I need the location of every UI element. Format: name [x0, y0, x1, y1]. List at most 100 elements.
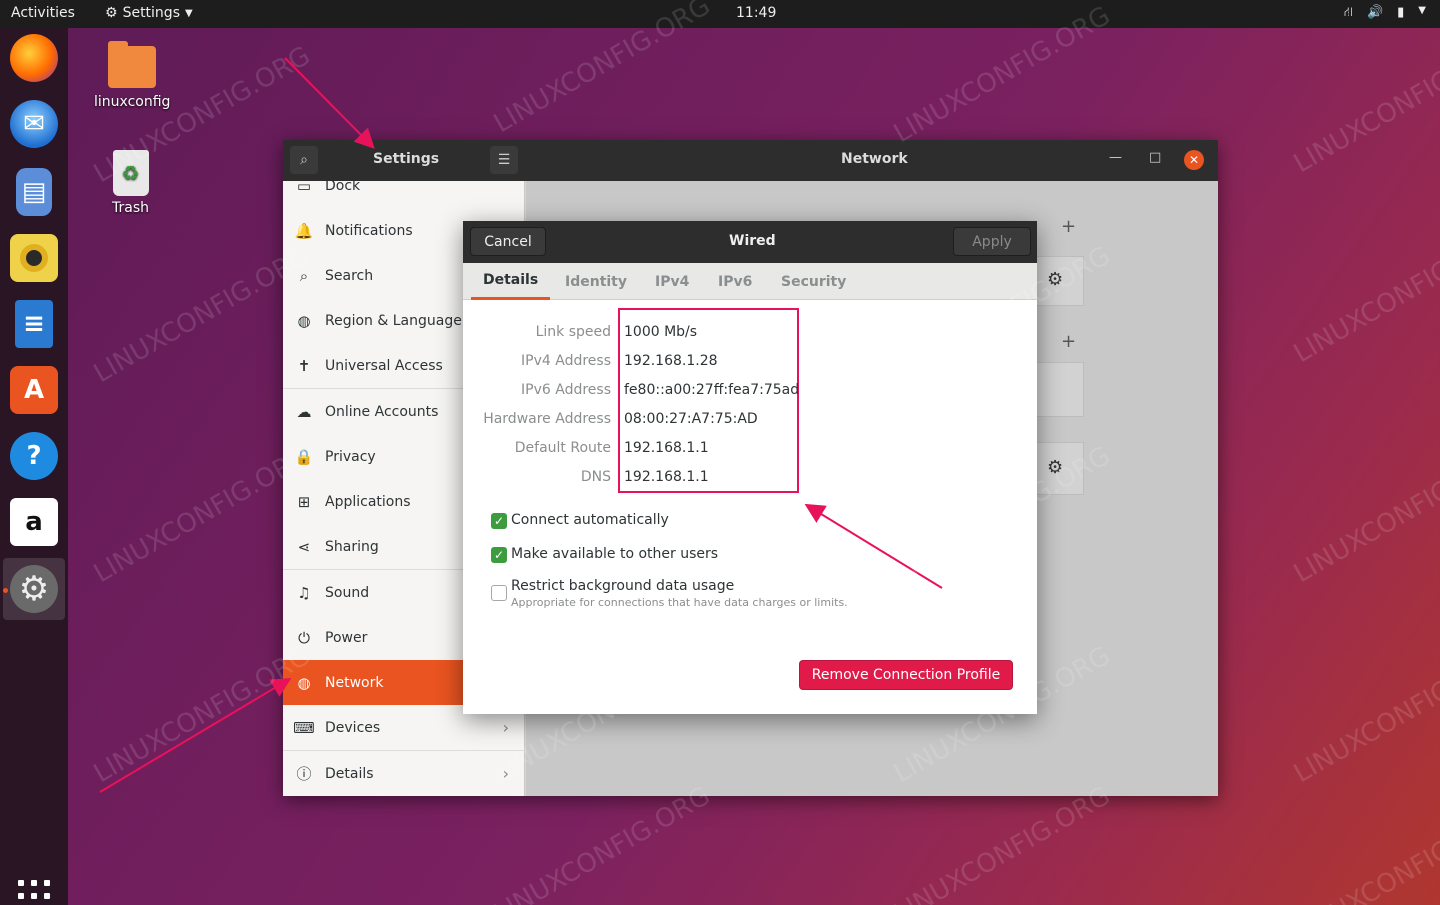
sidebar-item-label: Privacy: [325, 448, 376, 465]
watermark-text: LINUXCONFIG.ORG: [1288, 800, 1440, 905]
lock-icon: 🔒: [294, 447, 314, 466]
remove-connection-profile-button[interactable]: Remove Connection Profile: [799, 660, 1013, 690]
sidebar-item-label: Sound: [325, 584, 370, 601]
apps-icon: ⊞: [297, 492, 311, 511]
sidebar-item-label: Details: [325, 765, 374, 782]
link-speed-value: 1000 Mb/s: [624, 324, 698, 340]
globe-icon: ◍: [297, 311, 311, 330]
restrict-background-label: Restrict background data usage: [511, 578, 735, 594]
sidebar-item-dock[interactable]: ▭ Dock: [283, 181, 524, 208]
cloud-icon: ☁: [296, 402, 312, 421]
ipv6-address-label: IPv6 Address: [521, 382, 611, 398]
connect-automatically-checkbox[interactable]: ✓: [491, 513, 507, 529]
sidebar-item-label: Sharing: [325, 538, 379, 555]
sidebar-item-label: Online Accounts: [325, 403, 439, 420]
dialog-tabs: Details Identity IPv4 IPv6 Security: [463, 263, 1037, 300]
battery-icon: ▮: [1397, 5, 1405, 20]
home-folder-desktop-icon[interactable]: linuxconfig: [94, 41, 171, 110]
maximize-icon[interactable]: □: [1149, 150, 1161, 165]
cancel-button[interactable]: Cancel: [470, 227, 546, 256]
dock-icon: ▭: [296, 181, 312, 195]
watermark-text: LINUXCONFIG.ORG: [1288, 30, 1440, 180]
watermark-text: LINUXCONFIG.ORG: [1288, 220, 1440, 370]
panel-title: Network: [841, 151, 908, 167]
search-button[interactable]: ⌕: [290, 146, 318, 174]
sidebar-item-label: Universal Access: [325, 357, 443, 374]
apply-button[interactable]: Apply: [953, 227, 1031, 256]
sidebar-item-details[interactable]: ⓘ Details ›: [283, 751, 524, 796]
restrict-background-checkbox[interactable]: [491, 585, 507, 601]
running-indicator: [3, 588, 8, 593]
chevron-right-icon: ›: [502, 718, 509, 737]
ipv6-address-value: fe80::a00:27ff:fea7:75ad: [624, 382, 800, 398]
ipv4-address-label: IPv4 Address: [521, 353, 611, 369]
watermark-text: LINUXCONFIG.ORG: [888, 780, 1116, 905]
top-bar: Activities ⚙ Settings ▼ 11:49 ⛙ 🔊 ▮ ▼: [0, 0, 1440, 28]
chevron-right-icon: ›: [502, 764, 509, 783]
hamburger-icon: ☰: [497, 152, 511, 168]
link-speed-label: Link speed: [535, 324, 611, 340]
tab-security[interactable]: Security: [781, 263, 846, 300]
thunderbird-icon[interactable]: ✉: [10, 100, 58, 148]
software-icon[interactable]: A: [10, 366, 58, 414]
dialog-header: Cancel Wired Apply: [463, 221, 1037, 263]
network-icon: ◍: [297, 673, 311, 692]
sidebar-item-label: Network: [325, 674, 384, 691]
tab-ipv6[interactable]: IPv6: [718, 263, 752, 300]
clock[interactable]: 11:49: [736, 5, 776, 21]
add-icon[interactable]: +: [1061, 216, 1076, 237]
activities-button[interactable]: Activities: [11, 5, 75, 21]
gear-icon: ⚙: [1047, 269, 1064, 290]
watermark-text: LINUXCONFIG.ORG: [88, 640, 316, 790]
minimize-icon[interactable]: —: [1109, 150, 1122, 165]
default-route-label: Default Route: [514, 440, 611, 456]
sidebar-item-label: Region & Language: [325, 312, 462, 329]
rhythmbox-icon[interactable]: [10, 234, 58, 282]
writer-icon[interactable]: ≡: [15, 300, 53, 348]
accessibility-icon: ✝: [297, 356, 311, 375]
sidebar-item-label: Power: [325, 629, 368, 646]
wired-dialog: Cancel Wired Apply Details Identity IPv4…: [463, 221, 1037, 714]
available-to-users-checkbox[interactable]: ✓: [491, 547, 507, 563]
tab-details[interactable]: Details: [471, 263, 551, 300]
tab-ipv4[interactable]: IPv4: [655, 263, 689, 300]
firefox-icon[interactable]: [10, 34, 58, 82]
help-icon[interactable]: ?: [10, 432, 58, 480]
folder-icon: [108, 41, 157, 88]
trash-label: Trash: [112, 200, 149, 216]
search-icon: ⌕: [300, 152, 308, 168]
wired-settings-button[interactable]: ⚙: [1036, 256, 1084, 306]
tab-identity[interactable]: Identity: [565, 263, 627, 300]
settings-icon[interactable]: ⚙: [10, 565, 58, 613]
proxy-settings-button[interactable]: ⚙: [1036, 442, 1084, 495]
close-icon[interactable]: ✕: [1184, 150, 1204, 170]
add-icon[interactable]: +: [1061, 331, 1076, 352]
default-route-value: 192.168.1.1: [624, 440, 709, 456]
music-icon: ♫: [297, 583, 311, 602]
arrow-to-network-item: [99, 677, 292, 793]
watermark-text: LINUXCONFIG.ORG: [1288, 440, 1440, 590]
amazon-icon[interactable]: a: [10, 498, 58, 546]
share-icon: ⋖: [297, 537, 311, 556]
files-icon[interactable]: ▤: [16, 168, 52, 216]
caret-down-icon: ▼: [184, 7, 193, 19]
settings-title: Settings: [373, 151, 440, 167]
app-menu-label: Settings: [122, 5, 180, 21]
sidebar-item-label: Notifications: [325, 222, 413, 239]
system-tray[interactable]: ⛙ 🔊 ▮ ▼: [1344, 5, 1426, 22]
app-menu[interactable]: ⚙ Settings ▼: [105, 5, 193, 21]
dns-label: DNS: [580, 469, 611, 485]
sidebar-item-label: Devices: [325, 719, 381, 736]
trash-desktop-icon[interactable]: ♻ Trash: [112, 150, 149, 216]
volume-icon: 🔊: [1366, 5, 1384, 20]
home-folder-label: linuxconfig: [94, 94, 171, 110]
watermark-text: LINUXCONFIG.ORG: [1288, 640, 1440, 790]
available-to-users-label: Make available to other users: [511, 546, 719, 562]
watermark-text: LINUXCONFIG.ORG: [488, 780, 716, 905]
restrict-background-sublabel: Appropriate for connections that have da…: [511, 596, 848, 609]
menu-button[interactable]: ☰: [490, 146, 518, 174]
show-applications-icon[interactable]: [18, 880, 50, 905]
sidebar-item-label: Dock: [325, 181, 361, 194]
watermark-text: LINUXCONFIG.ORG: [88, 440, 316, 590]
arrow-to-settings-title: [284, 57, 375, 149]
